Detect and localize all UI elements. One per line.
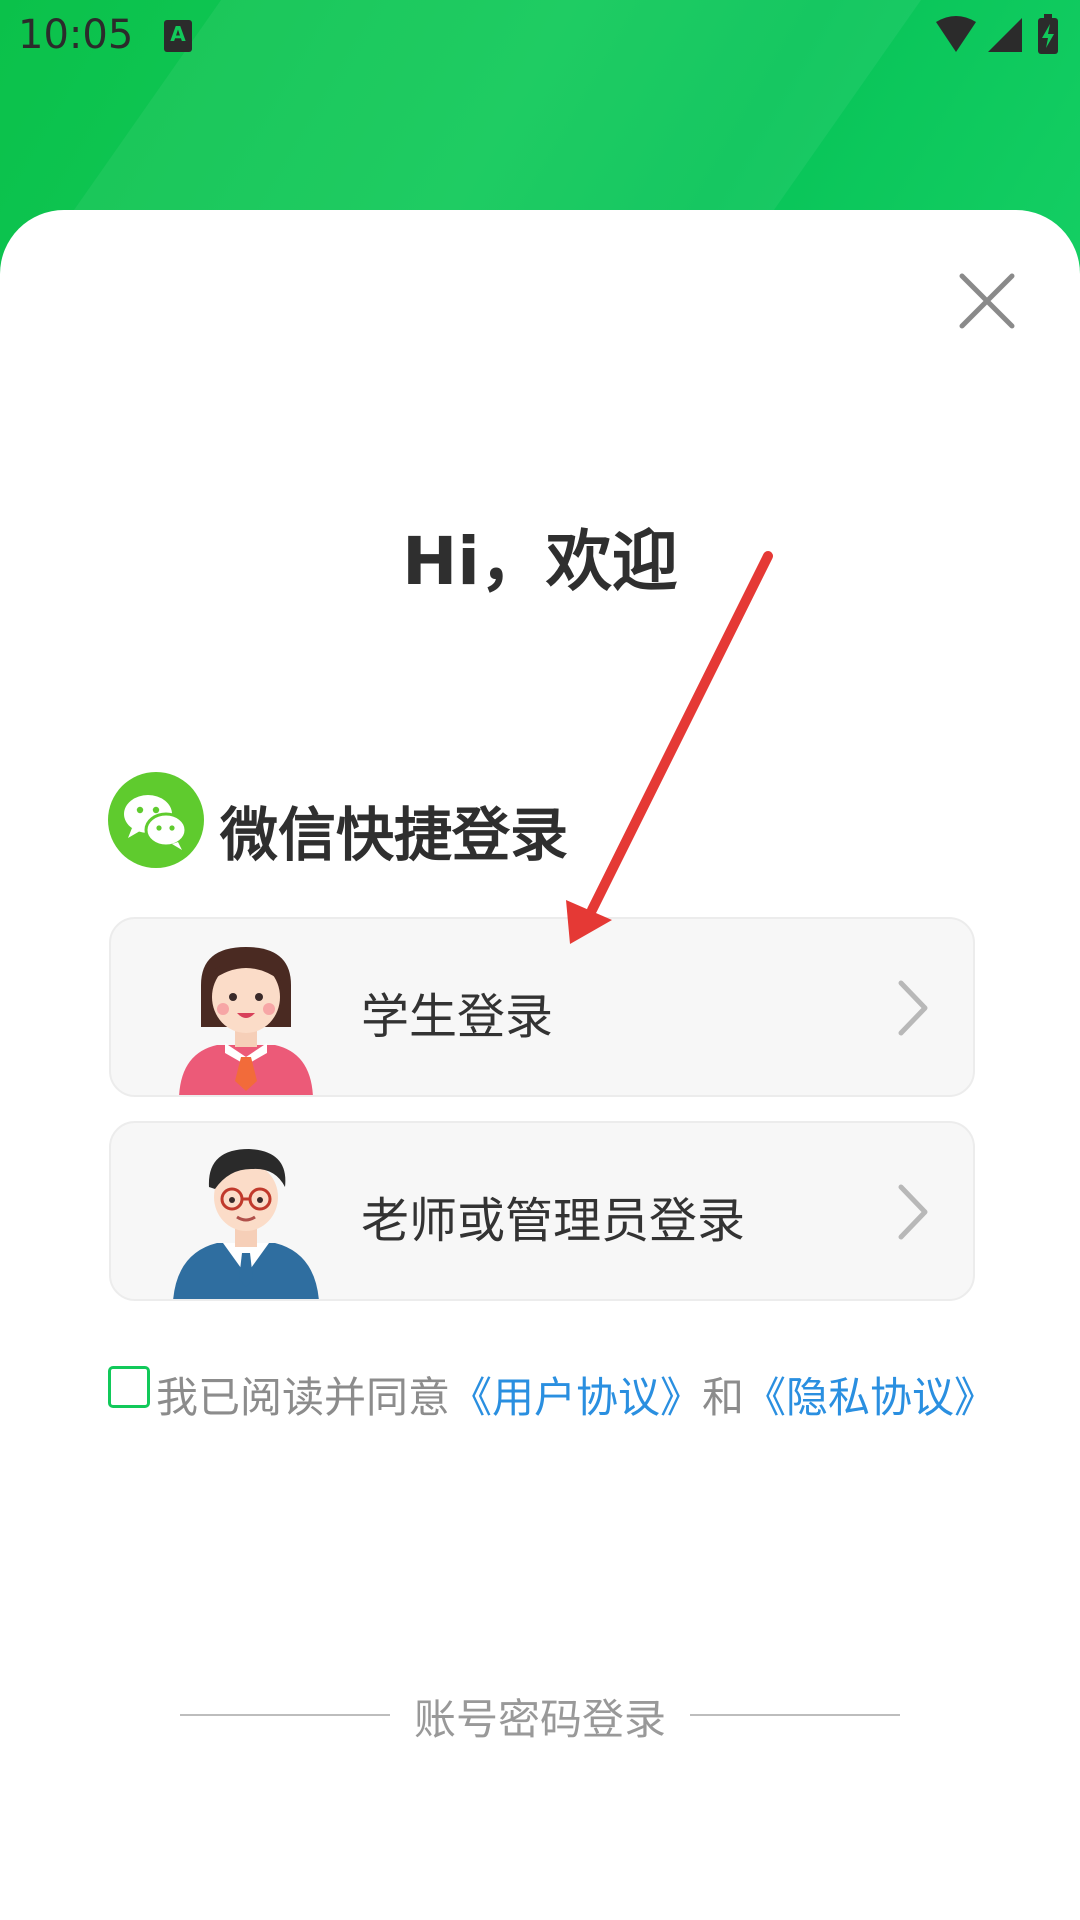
battery-charging-icon: [1038, 14, 1058, 54]
status-bar: 10:05 A: [0, 0, 1080, 72]
page-title: Hi，欢迎: [402, 523, 678, 600]
keyboard-a-icon: A: [164, 20, 192, 52]
teacher-login-button[interactable]: 老师或管理员登录: [109, 1121, 975, 1301]
student-login-button[interactable]: 学生登录: [109, 917, 975, 1097]
close-icon: [959, 273, 1015, 329]
divider-left: [180, 1714, 390, 1716]
teacher-avatar-icon: [171, 1145, 321, 1299]
status-icons: [932, 14, 1062, 56]
agreement-checkbox[interactable]: [108, 1366, 150, 1408]
agreement-text: 我已阅读并同意《用户协议》和《隐私协议》: [156, 1364, 996, 1425]
divider-right: [690, 1714, 900, 1716]
agreement-and: 和: [702, 1373, 745, 1422]
cell-signal-icon: [988, 18, 1022, 52]
chevron-right-icon: [898, 1184, 928, 1240]
status-time: 10:05: [18, 12, 134, 58]
wechat-icon: [108, 772, 204, 868]
alt-login-section: 账号密码登录: [0, 1686, 1080, 1744]
wechat-login-label: 微信快捷登录: [220, 801, 569, 869]
privacy-agreement-link[interactable]: 《隐私协议》: [744, 1373, 996, 1422]
user-agreement-link[interactable]: 《用户协议》: [450, 1373, 702, 1422]
student-login-label: 学生登录: [361, 989, 554, 1045]
wifi-icon: [936, 16, 976, 52]
agreement-prefix: 我已阅读并同意: [156, 1373, 451, 1422]
teacher-login-label: 老师或管理员登录: [361, 1193, 746, 1249]
chevron-right-icon: [898, 980, 928, 1036]
student-avatar-icon: [171, 941, 321, 1095]
close-button[interactable]: [956, 270, 1018, 332]
password-login-link[interactable]: 账号密码登录: [390, 1686, 690, 1747]
